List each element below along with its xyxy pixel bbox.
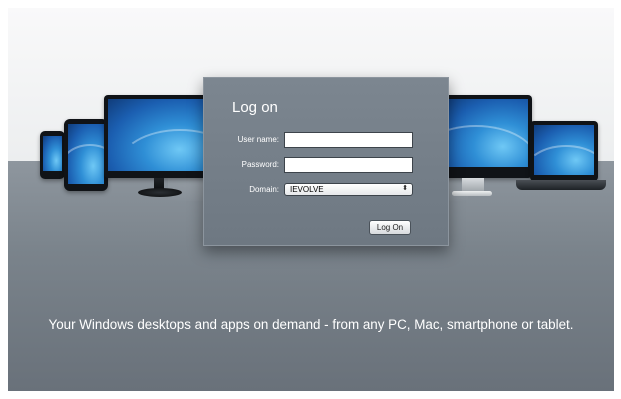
domain-label: Domain: [249,185,279,194]
logon-page: Log on User name: Password: Domain: IEVO… [0,0,621,399]
logon-button[interactable]: Log On [369,220,411,235]
background-stage: Log on User name: Password: Domain: IEVO… [8,8,614,391]
laptop-image [530,121,598,181]
desktop-monitor-image [104,95,214,178]
domain-selected-value: IEVOLVE [290,185,324,194]
laptop-keyboard [516,180,606,190]
smartphone-image [40,131,65,179]
password-label: Password: [241,160,279,169]
tagline: Your Windows desktops and apps on demand… [48,317,574,332]
imac-stand [462,178,484,192]
logon-panel-reflection [203,246,447,276]
monitor-base [138,188,182,197]
domain-select[interactable]: IEVOLVE ⬍ [284,183,413,196]
tablet-image [64,119,108,191]
imac-image [440,95,532,178]
username-label: User name: [237,135,279,144]
password-input[interactable] [284,157,413,173]
logon-title: Log on [232,99,278,116]
imac-base [452,191,492,196]
username-input[interactable] [284,132,413,148]
logon-panel: Log on User name: Password: Domain: IEVO… [203,77,449,246]
updown-chevron-icon: ⬍ [402,185,408,192]
